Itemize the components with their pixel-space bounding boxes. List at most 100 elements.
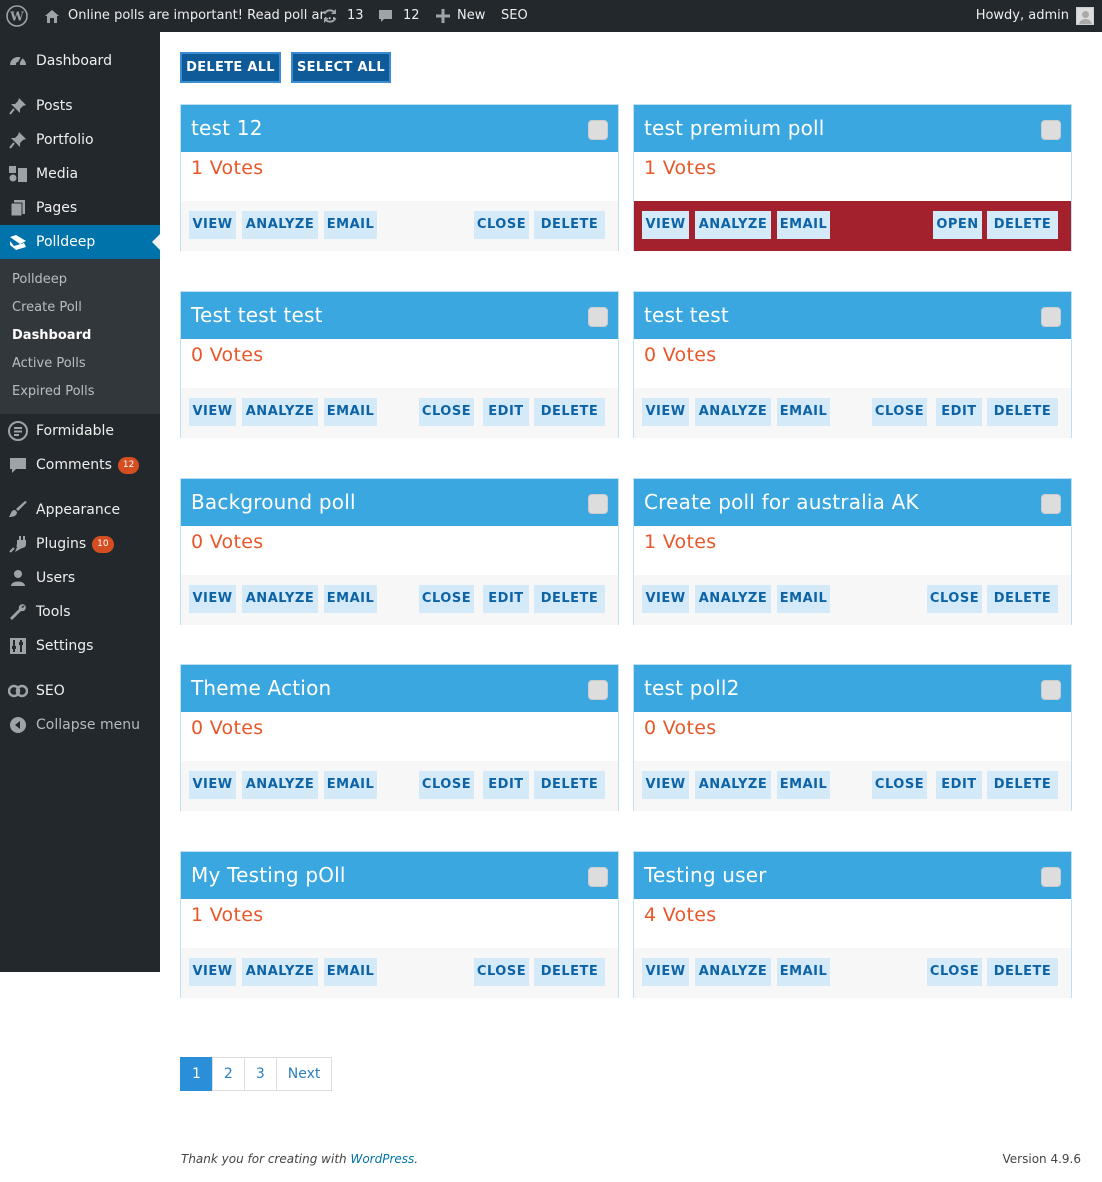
submenu-polldeep[interactable]: Polldeep: [12, 266, 67, 294]
close-button[interactable]: CLOSE: [474, 958, 529, 986]
poll-select-checkbox[interactable]: [588, 680, 608, 700]
view-button[interactable]: VIEW: [642, 211, 689, 239]
close-button[interactable]: CLOSE: [419, 771, 474, 799]
site-name[interactable]: Online polls are important! Read poll ar…: [44, 0, 336, 32]
next-page-link[interactable]: Next: [275, 1057, 333, 1091]
edit-button[interactable]: EDIT: [483, 771, 529, 799]
poll-select-checkbox[interactable]: [588, 867, 608, 887]
collapse-menu-button[interactable]: Collapse menu: [0, 708, 160, 742]
menu-portfolio[interactable]: Portfolio: [0, 123, 160, 157]
open-button[interactable]: OPEN: [933, 211, 982, 239]
email-button[interactable]: EMAIL: [777, 771, 830, 799]
delete-button[interactable]: DELETE: [987, 398, 1058, 426]
delete-button[interactable]: DELETE: [987, 211, 1058, 239]
new-content-link[interactable]: New: [436, 0, 485, 32]
edit-button[interactable]: EDIT: [483, 398, 529, 426]
delete-button[interactable]: DELETE: [987, 585, 1058, 613]
submenu-dashboard[interactable]: Dashboard: [12, 322, 91, 350]
delete-button[interactable]: DELETE: [987, 771, 1058, 799]
poll-select-checkbox[interactable]: [1041, 307, 1061, 327]
analyze-button[interactable]: ANALYZE: [695, 398, 771, 426]
email-button[interactable]: EMAIL: [324, 398, 377, 426]
menu-pages[interactable]: Pages: [0, 191, 160, 225]
poll-select-checkbox[interactable]: [588, 494, 608, 514]
poll-select-checkbox[interactable]: [1041, 494, 1061, 514]
view-button[interactable]: VIEW: [642, 958, 689, 986]
menu-settings[interactable]: Settings: [0, 629, 160, 663]
view-button[interactable]: VIEW: [189, 585, 236, 613]
page-1-link[interactable]: 1: [180, 1057, 213, 1091]
email-button[interactable]: EMAIL: [777, 585, 830, 613]
delete-button[interactable]: DELETE: [534, 398, 605, 426]
menu-users[interactable]: Users: [0, 561, 160, 595]
menu-tools[interactable]: Tools: [0, 595, 160, 629]
view-button[interactable]: VIEW: [642, 585, 689, 613]
analyze-button[interactable]: ANALYZE: [242, 585, 318, 613]
comments-link[interactable]: 12: [378, 0, 420, 32]
close-button[interactable]: CLOSE: [419, 585, 474, 613]
seo-link[interactable]: SEO: [501, 0, 528, 32]
view-button[interactable]: VIEW: [642, 771, 689, 799]
view-button[interactable]: VIEW: [189, 211, 236, 239]
view-button[interactable]: VIEW: [189, 771, 236, 799]
edit-button[interactable]: EDIT: [936, 771, 982, 799]
menu-media[interactable]: Media: [0, 157, 160, 191]
email-button[interactable]: EMAIL: [324, 585, 377, 613]
delete-all-button[interactable]: DELETE ALL: [180, 52, 281, 83]
my-account[interactable]: Howdy, admin: [976, 0, 1094, 32]
wordpress-logo-icon[interactable]: W: [6, 0, 28, 32]
menu-seo[interactable]: SEO: [0, 674, 160, 708]
delete-button[interactable]: DELETE: [534, 771, 605, 799]
delete-button[interactable]: DELETE: [534, 211, 605, 239]
analyze-button[interactable]: ANALYZE: [695, 211, 771, 239]
updates-link[interactable]: 13: [322, 0, 364, 32]
delete-button[interactable]: DELETE: [987, 958, 1058, 986]
close-button[interactable]: CLOSE: [927, 958, 982, 986]
menu-polldeep[interactable]: Polldeep: [0, 225, 160, 259]
poll-select-checkbox[interactable]: [588, 307, 608, 327]
edit-button[interactable]: EDIT: [936, 398, 982, 426]
page-2-link[interactable]: 2: [211, 1057, 245, 1091]
analyze-button[interactable]: ANALYZE: [695, 771, 771, 799]
poll-select-checkbox[interactable]: [1041, 680, 1061, 700]
poll-select-checkbox[interactable]: [1041, 867, 1061, 887]
view-button[interactable]: VIEW: [642, 398, 689, 426]
menu-comments[interactable]: Comments 12: [0, 448, 160, 482]
poll-select-checkbox[interactable]: [1041, 120, 1061, 140]
poll-select-checkbox[interactable]: [588, 120, 608, 140]
page-3-link[interactable]: 3: [243, 1057, 277, 1091]
email-button[interactable]: EMAIL: [324, 211, 377, 239]
close-button[interactable]: CLOSE: [419, 398, 474, 426]
submenu-active-polls[interactable]: Active Polls: [12, 350, 86, 378]
menu-formidable[interactable]: Formidable: [0, 414, 160, 448]
analyze-button[interactable]: ANALYZE: [242, 211, 318, 239]
analyze-button[interactable]: ANALYZE: [695, 958, 771, 986]
delete-button[interactable]: DELETE: [534, 958, 605, 986]
menu-plugins[interactable]: Plugins 10: [0, 527, 160, 561]
menu-appearance[interactable]: Appearance: [0, 493, 160, 527]
email-button[interactable]: EMAIL: [324, 771, 377, 799]
email-button[interactable]: EMAIL: [777, 958, 830, 986]
poll-actions: VIEW ANALYZE EMAIL CLOSE DELETE: [181, 948, 618, 998]
analyze-button[interactable]: ANALYZE: [242, 958, 318, 986]
view-button[interactable]: VIEW: [189, 958, 236, 986]
submenu-create-poll[interactable]: Create Poll: [12, 294, 82, 322]
menu-posts[interactable]: Posts: [0, 89, 160, 123]
close-button[interactable]: CLOSE: [872, 771, 927, 799]
email-button[interactable]: EMAIL: [777, 398, 830, 426]
edit-button[interactable]: EDIT: [483, 585, 529, 613]
submenu-expired-polls[interactable]: Expired Polls: [12, 378, 95, 406]
analyze-button[interactable]: ANALYZE: [242, 771, 318, 799]
wordpress-link[interactable]: WordPress: [350, 1152, 414, 1166]
delete-button[interactable]: DELETE: [534, 585, 605, 613]
analyze-button[interactable]: ANALYZE: [695, 585, 771, 613]
close-button[interactable]: CLOSE: [872, 398, 927, 426]
select-all-button[interactable]: SELECT ALL: [291, 52, 391, 83]
analyze-button[interactable]: ANALYZE: [242, 398, 318, 426]
close-button[interactable]: CLOSE: [927, 585, 982, 613]
menu-dashboard[interactable]: Dashboard: [0, 44, 160, 78]
view-button[interactable]: VIEW: [189, 398, 236, 426]
email-button[interactable]: EMAIL: [324, 958, 377, 986]
close-button[interactable]: CLOSE: [474, 211, 529, 239]
email-button[interactable]: EMAIL: [777, 211, 830, 239]
